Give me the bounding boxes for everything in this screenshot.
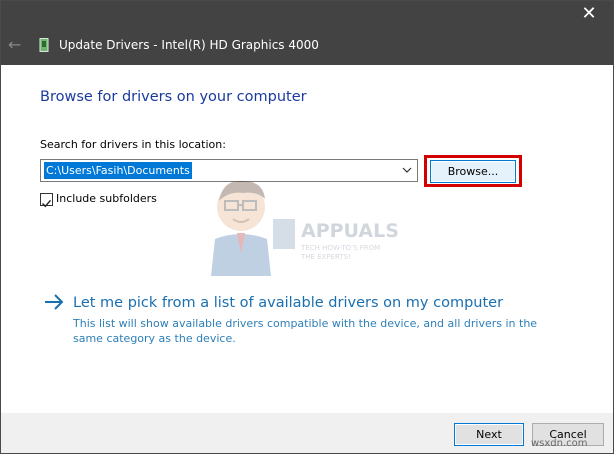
back-arrow-icon[interactable]: ← [8,36,26,54]
page-heading: Browse for drivers on your computer [40,89,307,105]
watermark-tagline-2: THE EXPERTS! [301,253,351,261]
pick-from-list-description: This list will show available drivers co… [73,317,538,345]
include-subfolders-checkbox[interactable] [40,193,53,208]
search-location-value[interactable]: C:\Users\Fasih\Documents [44,162,192,179]
watermark-tagline: TECH HOW-TO'S FROM THE EXPERTS! [301,244,380,262]
next-button[interactable]: Next [454,423,524,446]
watermark-brand: APPUALS [301,220,399,242]
checkmark-icon [42,199,52,208]
watermark-tagline-1: TECH HOW-TO'S FROM [301,244,381,252]
update-drivers-window: ✕ ← Update Drivers - Intel(R) HD Graphic… [0,0,614,454]
right-arrow-icon[interactable] [43,291,65,313]
search-location-label: Search for drivers in this location: [40,138,226,151]
browse-button[interactable]: Browse... [430,160,516,183]
pick-from-list-link[interactable]: Let me pick from a list of available dri… [73,295,503,311]
close-icon[interactable]: ✕ [579,4,599,24]
include-subfolders-label: Include subfolders [56,192,157,205]
window-title: Update Drivers - Intel(R) HD Graphics 40… [59,38,319,52]
title-bar: ✕ ← Update Drivers - Intel(R) HD Graphic… [1,1,613,65]
device-icon [39,38,49,52]
site-watermark: wsxdn.com [531,438,588,449]
